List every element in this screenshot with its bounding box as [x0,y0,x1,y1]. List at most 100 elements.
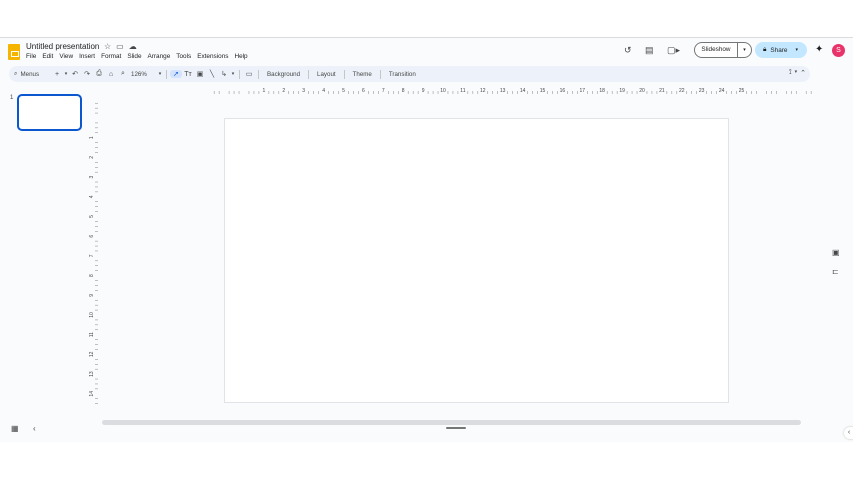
ruler-label: 15 [540,88,546,94]
share-button[interactable]: 🔒︎ Share ▾ [755,42,807,58]
move-folder-icon[interactable]: ▭ [116,42,124,51]
ruler-label: 5 [342,88,345,94]
horizontal-scrollbar[interactable] [102,420,801,425]
lock-icon: 🔒︎ [763,46,767,53]
keep-icon[interactable]: ▣ [832,248,840,257]
ruler-label: 13 [500,88,506,94]
title-icons: ☆ ▭ ☁ [104,42,137,51]
menu-insert[interactable]: Insert [79,53,95,60]
ruler-label: 18 [599,88,605,94]
slide-thumbnail[interactable] [17,94,82,131]
ruler-label: 13 [89,371,95,377]
meet-icon[interactable]: ▢▸ [667,45,680,56]
ruler-label: 14 [520,88,526,94]
line-icon[interactable]: ╲ [206,70,218,78]
ruler-label: 2 [282,88,285,94]
vertical-ruler: 1 2 3 4 5 6 7 8 9 10 11 12 13 14 [89,95,98,405]
menu-tools[interactable]: Tools [176,53,191,60]
bottom-margin [0,442,853,480]
share-dropdown-icon[interactable]: ▾ [795,47,798,53]
undo-icon[interactable]: ↶ [69,70,81,78]
text-box-icon[interactable]: Tт [182,71,194,78]
image-insert-icon[interactable]: ▣ [194,70,206,78]
ruler-label: 14 [89,391,95,397]
version-history-icon[interactable]: ↺ [624,45,632,56]
transition-button[interactable]: Transition [384,71,421,78]
menu-slide[interactable]: Slide [127,53,141,60]
menu-view[interactable]: View [59,53,73,60]
print-icon[interactable]: ⎙ [93,70,105,78]
ruler-label: 6 [362,88,365,94]
ruler-label: 9 [422,88,425,94]
shape-dropdown-icon[interactable]: ▾ [230,71,236,77]
theme-button[interactable]: Theme [348,71,377,78]
ruler-label: 1 [263,88,266,94]
cloud-status-icon[interactable]: ☁ [129,42,137,51]
menu-arrange[interactable]: Arrange [148,53,171,60]
slides-app: Untitled presentation ☆ ▭ ☁ File Edit Vi… [0,38,853,442]
ruler-label: 20 [639,88,645,94]
gemini-icon[interactable]: ✦ [815,44,823,55]
slideshow-dropdown-icon[interactable]: ▾ [738,47,751,53]
menu-help[interactable]: Help [234,53,247,60]
ruler-label: 24 [719,88,725,94]
side-panel-toggle-icon[interactable]: ‹ [844,427,853,439]
ruler-label: 22 [679,88,685,94]
ruler-label: 16 [560,88,566,94]
star-icon[interactable]: ☆ [104,42,111,51]
zoom-icon[interactable]: ⌕ [117,70,129,78]
zoom-dropdown-icon[interactable]: ▾ [157,71,163,77]
menu-format[interactable]: Format [101,53,121,60]
ruler-label: 7 [382,88,385,94]
editing-mode-dropdown-icon[interactable]: ▾ [795,69,798,77]
document-title[interactable]: Untitled presentation [26,42,99,51]
menu-file[interactable]: File [26,53,36,60]
ruler-label: 11 [460,88,465,94]
share-label: Share [770,46,788,54]
new-slide-icon[interactable]: + [51,71,63,78]
redo-icon[interactable]: ↷ [81,70,93,78]
ruler-label: 12 [89,351,95,357]
ruler-label: 5 [89,215,95,218]
ruler-label: 10 [440,88,446,94]
slides-logo-icon[interactable] [8,44,20,60]
ruler-label: 2 [89,156,95,159]
search-menus[interactable]: ⌕ Menus [9,70,51,78]
menu-extensions[interactable]: Extensions [197,53,228,60]
ruler-label: 4 [322,88,325,94]
ruler-label: 4 [89,195,95,198]
ruler-label: 11 [89,332,95,337]
toolbar: ⌕ Menus + ▾ ↶ ↷ ⎙ ⌂ ⌕ 126% ▾ ➚ Tт ▣ ╲ ↳ … [9,66,810,82]
drive-folder-icon[interactable]: ⊏ [832,267,839,276]
paint-format-icon[interactable]: ⌂ [105,71,117,78]
toolbar-divider [343,69,345,79]
ruler-label: 12 [480,88,486,94]
slide-canvas[interactable] [224,118,729,403]
ruler-label: 23 [699,88,705,94]
comments-icon[interactable]: ▤ [645,45,654,56]
menu-edit[interactable]: Edit [42,53,53,60]
layout-button[interactable]: Layout [312,71,341,78]
slideshow-button[interactable]: Slideshow ▾ [694,42,752,58]
ruler-label: 25 [739,88,745,94]
background-button[interactable]: Background [262,71,305,78]
editing-mode-icon[interactable]: ⟟ [789,69,792,77]
select-cursor-icon[interactable]: ➚ [170,70,182,78]
ruler-label: 10 [89,312,95,318]
collapse-toolbar-icon[interactable]: ⌃ [800,69,806,77]
zoom-level[interactable]: 126% [129,71,157,78]
slideshow-label[interactable]: Slideshow [695,43,738,57]
ruler-label: 3 [89,175,95,178]
shape-icon[interactable]: ↳ [218,70,230,78]
ruler-label: 1 [89,136,95,139]
avatar[interactable]: S [832,44,845,57]
grid-view-icon[interactable]: ▦ [11,424,19,433]
collapse-filmstrip-icon[interactable]: ‹ [33,424,36,433]
toolbar-divider [308,69,310,79]
toolbar-divider [258,69,259,79]
ruler-label: 6 [89,235,95,238]
ruler-label: 17 [580,88,586,94]
add-comment-icon[interactable]: ▭ [243,70,255,78]
ruler-label: 19 [619,88,625,94]
speaker-notes-handle[interactable] [446,427,466,429]
